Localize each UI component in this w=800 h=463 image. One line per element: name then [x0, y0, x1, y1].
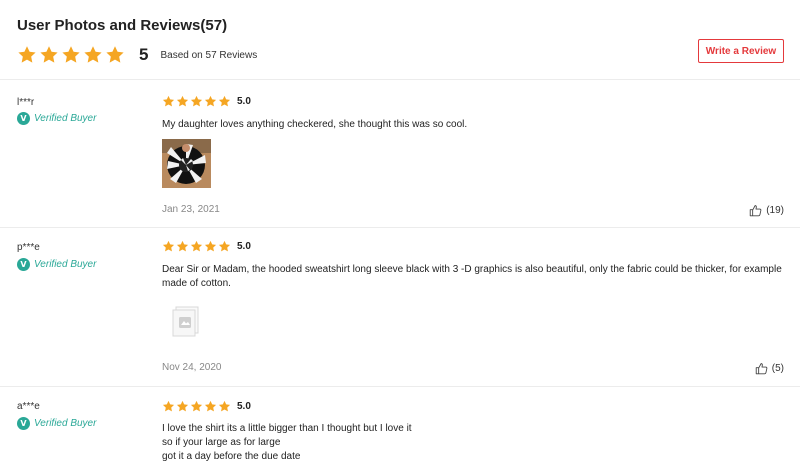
star-icon	[39, 45, 59, 65]
star-icon	[218, 95, 231, 108]
star-icon	[204, 95, 217, 108]
star-icon	[162, 400, 175, 413]
average-stars	[17, 45, 125, 65]
star-icon	[190, 240, 203, 253]
star-icon	[190, 95, 203, 108]
review-text-line: so if your large as for large	[162, 437, 281, 448]
thumbs-up-icon	[749, 205, 762, 217]
thumbs-up-icon	[755, 363, 768, 375]
review-author: a***e	[17, 401, 40, 412]
verified-icon: V	[17, 112, 30, 125]
verified-label: Verified Buyer	[34, 259, 97, 270]
review-count-text: Based on 57 Reviews	[160, 49, 258, 61]
rating-value: 5.0	[237, 401, 251, 412]
review-item: a***e V Verified Buyer 5.0 I love the sh…	[0, 387, 800, 463]
review-stars	[162, 95, 231, 108]
verified-icon: V	[17, 258, 30, 271]
star-icon	[61, 45, 81, 65]
helpful-count: (5)	[771, 363, 784, 374]
image-placeholder-icon	[172, 306, 199, 337]
review-text: My daughter loves anything checkered, sh…	[162, 119, 468, 130]
verified-label: Verified Buyer	[34, 418, 97, 429]
star-icon	[176, 240, 189, 253]
star-icon	[204, 240, 217, 253]
star-icon	[176, 400, 189, 413]
review-photo[interactable]	[162, 139, 211, 188]
star-icon	[83, 45, 103, 65]
star-icon	[218, 240, 231, 253]
rating-value: 5.0	[237, 96, 251, 107]
review-item: p***e V Verified Buyer 5.0 Dear Sir or M…	[0, 228, 800, 387]
helpful-button[interactable]: (19)	[749, 204, 784, 217]
verified-label: Verified Buyer	[34, 113, 97, 124]
review-rating: 5.0	[162, 95, 251, 108]
helpful-button[interactable]: (5)	[755, 362, 784, 375]
star-icon	[190, 400, 203, 413]
review-text: I love the shirt its a little bigger tha…	[162, 422, 792, 463]
star-icon	[176, 95, 189, 108]
star-icon	[162, 95, 175, 108]
review-author: l***r	[17, 97, 35, 108]
star-icon	[17, 45, 37, 65]
star-icon	[162, 240, 175, 253]
review-rating: 5.0	[162, 240, 251, 253]
review-photo[interactable]	[162, 303, 206, 339]
review-date: Jan 23, 2021	[162, 204, 220, 215]
verified-buyer-badge: V Verified Buyer	[17, 258, 96, 271]
average-rating: 5	[139, 45, 149, 64]
verified-buyer-badge: V Verified Buyer	[17, 417, 96, 430]
helpful-count: (19)	[766, 205, 784, 216]
verified-icon: V	[17, 417, 30, 430]
review-text-line: got it a day before the due date	[162, 451, 301, 462]
reviews-header: User Photos and Reviews(57) 5 Based on 5…	[0, 0, 800, 80]
review-stars	[162, 240, 231, 253]
review-stars	[162, 400, 231, 413]
review-item: l***r V Verified Buyer 5.0 My daughter l…	[0, 80, 800, 228]
review-rating: 5.0	[162, 400, 251, 413]
rating-value: 5.0	[237, 241, 251, 252]
review-author: p***e	[17, 242, 40, 253]
star-icon	[105, 45, 125, 65]
page-title: User Photos and Reviews(57)	[17, 17, 228, 34]
write-review-button[interactable]: Write a Review	[698, 39, 784, 63]
review-photo-image	[162, 139, 211, 188]
review-text: Dear Sir or Madam, the hooded sweatshirt…	[162, 264, 782, 289]
verified-buyer-badge: V Verified Buyer	[17, 112, 96, 125]
rating-summary: 5 Based on 57 Reviews	[17, 45, 257, 65]
review-date: Nov 24, 2020	[162, 362, 222, 373]
review-text-line: I love the shirt its a little bigger tha…	[162, 423, 412, 434]
star-icon	[218, 400, 231, 413]
star-icon	[204, 400, 217, 413]
